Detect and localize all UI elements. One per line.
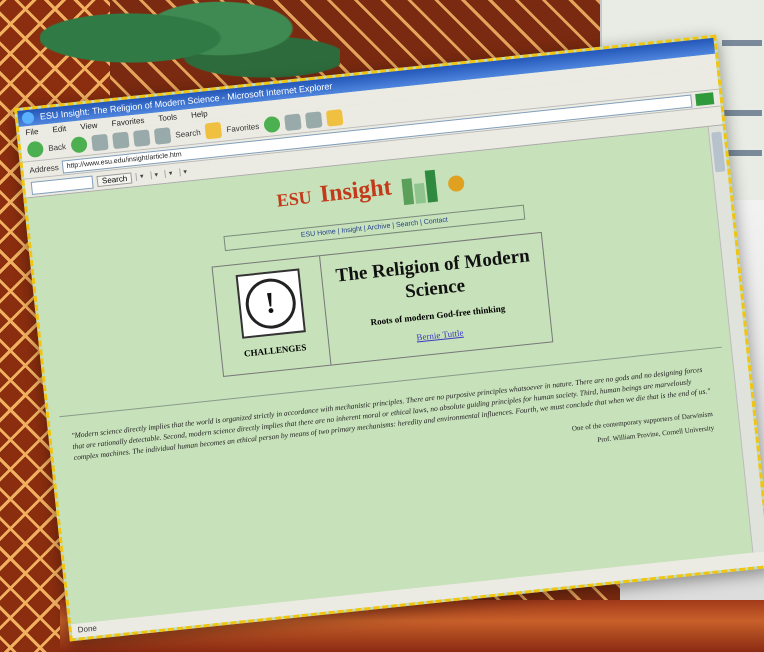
favorites-label[interactable]: Favorites (226, 121, 260, 133)
article-title: The Religion of Modern Science (334, 245, 531, 303)
browser-window: ESU Insight: The Religion of Modern Scie… (13, 34, 764, 642)
folder-icon[interactable] (325, 109, 344, 127)
toolbar-chip-1[interactable]: ▾ (135, 171, 147, 181)
challenge-cell: ! CHALLENGES (212, 256, 332, 376)
forward-arrow-icon[interactable] (70, 135, 88, 154)
stop-icon[interactable] (90, 133, 109, 152)
article-header-table: ! CHALLENGES The Religion of Modern Scie… (211, 231, 554, 377)
menu-file[interactable]: File (25, 127, 39, 137)
smiley-icon (447, 174, 466, 193)
menu-help[interactable]: Help (191, 109, 208, 120)
toolbar-chip-2[interactable]: ▾ (150, 170, 162, 180)
go-button[interactable] (695, 92, 715, 107)
challenge-label: CHALLENGES (243, 342, 307, 359)
status-text: Done (77, 623, 98, 635)
scrollbar-thumb[interactable] (711, 131, 726, 173)
title-cell: The Religion of Modern Science Roots of … (320, 233, 552, 365)
challenge-icon-box: ! (235, 268, 306, 339)
address-label: Address (28, 162, 60, 175)
logo-insight-text: Insight (318, 174, 393, 209)
mail-icon[interactable] (284, 113, 302, 132)
logo-graphic (401, 169, 440, 206)
home-icon[interactable] (132, 129, 151, 147)
toolbar-chip-3[interactable]: ▾ (164, 168, 176, 178)
search-icon[interactable] (153, 127, 172, 145)
refresh-icon[interactable] (111, 131, 130, 150)
favorites-star-icon[interactable] (204, 121, 223, 140)
search-button[interactable]: Search (96, 171, 133, 187)
menu-favorites[interactable]: Favorites (111, 116, 145, 128)
exclamation-icon: ! (242, 276, 298, 332)
web-page-content: ESU Insight ESU Home | Insight | Archive… (26, 126, 754, 625)
media-icon[interactable] (263, 115, 281, 134)
menu-edit[interactable]: Edit (52, 124, 67, 134)
author-link[interactable]: Bernie Tuttle (416, 328, 464, 343)
menu-view[interactable]: View (80, 121, 98, 132)
toolbar-chip-4[interactable]: ▾ (179, 167, 191, 177)
ie-icon (21, 111, 35, 125)
menu-tools[interactable]: Tools (158, 112, 178, 123)
logo-esu-text: ESU (275, 187, 313, 211)
back-arrow-icon[interactable] (26, 140, 45, 159)
search-label[interactable]: Search (175, 128, 201, 140)
print-icon[interactable] (305, 111, 323, 129)
back-label[interactable]: Back (48, 142, 67, 153)
